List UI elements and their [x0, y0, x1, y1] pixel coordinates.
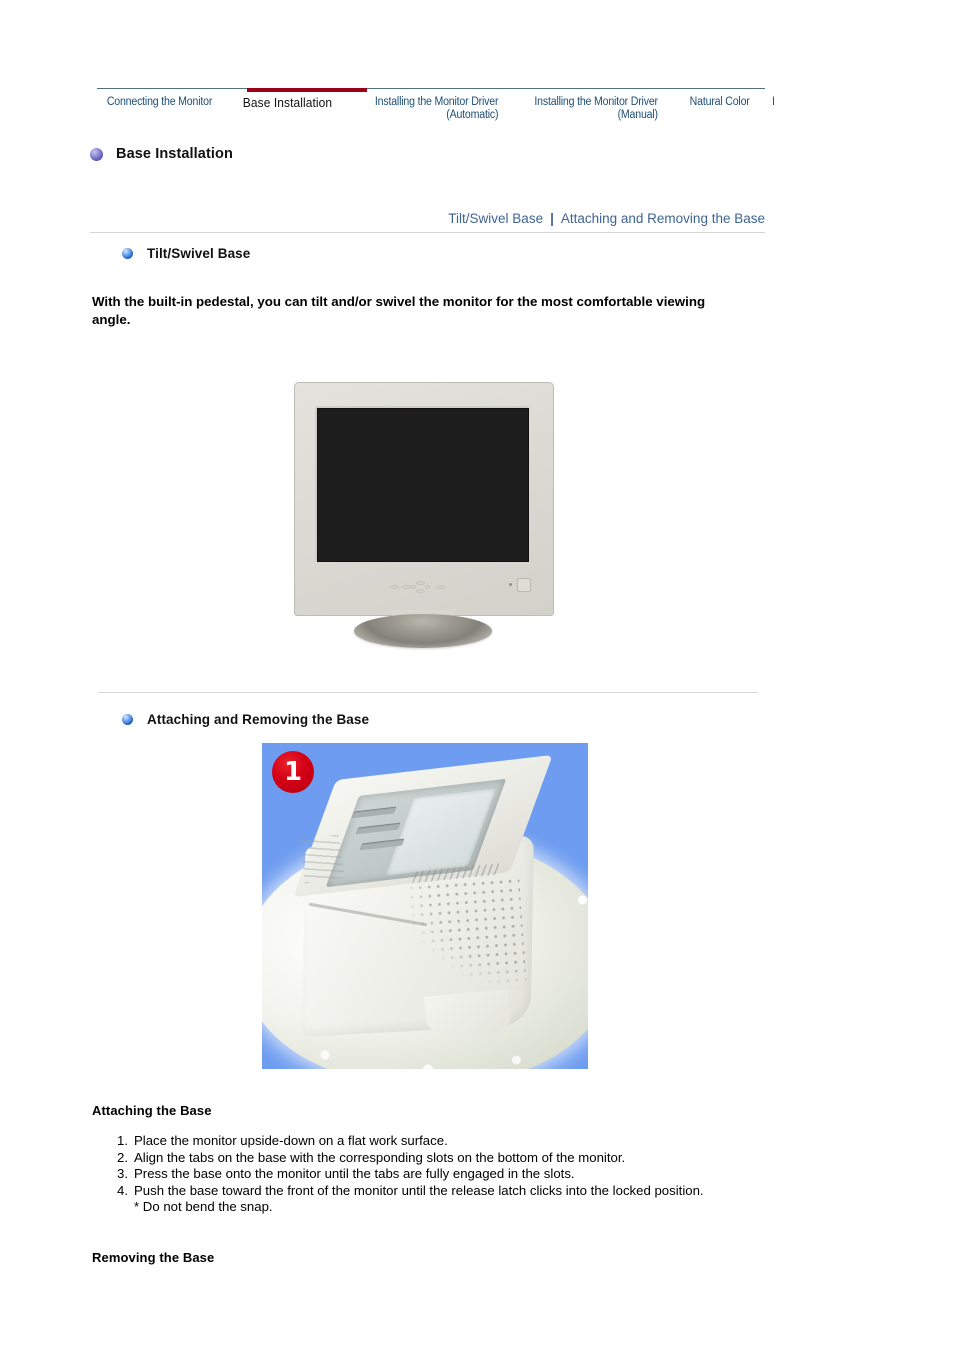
attaching-the-base-heading: Attaching the Base — [92, 1103, 212, 1118]
list-item-number: 3. — [117, 1166, 128, 1182]
list-item: 4. Push the base toward the front of the… — [92, 1183, 732, 1216]
control-button-icon — [416, 589, 425, 593]
control-button-icon — [411, 585, 416, 589]
intro-paragraph: With the built-in pedestal, you can tilt… — [92, 294, 706, 327]
tab-next-truncated[interactable]: I — [772, 94, 795, 109]
removing-the-base-heading: Removing the Base — [92, 1250, 215, 1265]
monitor-upside-down — [293, 754, 553, 1043]
list-item-note: * Do not bend the snap. — [134, 1199, 273, 1215]
power-button-icon — [517, 578, 531, 592]
tab-base-installation[interactable]: Base Installation — [233, 94, 342, 109]
section-heading-label: Tilt/Swivel Base — [147, 246, 251, 261]
blue-sphere-bullet-icon — [122, 714, 133, 725]
blue-sphere-bullet-icon — [122, 248, 133, 259]
list-item: 3. Press the base onto the monitor until… — [92, 1166, 732, 1183]
subnav-rule — [90, 232, 765, 233]
list-item: 1. Place the monitor upside-down on a fl… — [92, 1133, 732, 1150]
section-heading-attaching-and-removing-the-base: Attaching and Removing the Base — [122, 712, 369, 727]
monitor-side-ribs — [299, 834, 345, 884]
monitor-control-buttons — [390, 581, 450, 593]
step-1-photo: 1 — [262, 743, 588, 1069]
power-led-icon — [509, 583, 512, 586]
active-tab-indicator — [247, 88, 367, 92]
control-button-icon — [436, 585, 445, 589]
tab-bar: Connecting the Monitor Base Installation… — [97, 88, 775, 132]
section-heading-label: Attaching and Removing the Base — [147, 712, 370, 727]
subnav-separator: | — [550, 211, 554, 226]
tab-list: Connecting the Monitor Base Installation… — [97, 94, 797, 122]
attaching-steps-list: 1. Place the monitor upside-down on a fl… — [92, 1133, 732, 1216]
tab-bar-rule — [97, 88, 765, 89]
monitor-chassis — [294, 382, 554, 616]
tab-installing-the-monitor-driver-manual[interactable]: Installing the Monitor Driver (Manual) — [515, 94, 662, 122]
list-item-text: Align the tabs on the base with the corr… — [134, 1149, 626, 1165]
tab-natural-color[interactable]: Natural Color — [675, 94, 764, 109]
list-item-text: Press the base onto the monitor until th… — [134, 1166, 575, 1182]
subnav: Tilt/Swivel Base | Attaching and Removing … — [448, 211, 765, 226]
list-item-number: 2. — [117, 1149, 128, 1165]
section-divider — [98, 692, 758, 693]
tab-connecting-the-monitor[interactable]: Connecting the Monitor — [97, 94, 222, 109]
control-button-icon — [416, 581, 425, 585]
monitor-swivel-base — [354, 614, 492, 648]
subnav-link-attaching-and-removing-the-base[interactable]: Attaching and Removing the Base — [561, 211, 765, 226]
subnav-link-tilt-swivel-base[interactable]: Tilt/Swivel Base — [448, 211, 543, 226]
monitor-foot — [424, 989, 512, 1043]
purple-sphere-bullet-icon — [90, 147, 103, 161]
section-heading-tilt-swivel-base: Tilt/Swivel Base — [122, 246, 250, 261]
list-item-number: 4. — [117, 1182, 128, 1198]
step-number-badge: 1 — [272, 751, 314, 793]
list-item: 2. Align the tabs on the base with the c… — [92, 1150, 732, 1167]
list-item-text: Push the base toward the front of the mo… — [134, 1182, 704, 1198]
control-button-icon — [402, 585, 411, 589]
list-item-text: Place the monitor upside-down on a flat … — [134, 1133, 448, 1148]
monitor-screen — [317, 408, 529, 562]
list-item-number: 1. — [117, 1133, 128, 1148]
control-button-icon — [425, 585, 430, 589]
page-title: Base Installation — [116, 146, 233, 162]
control-button-icon — [390, 585, 399, 589]
tab-installing-the-monitor-driver-automatic[interactable]: Installing the Monitor Driver (Automatic… — [351, 94, 502, 122]
page-title-row: Base Installation — [90, 146, 233, 162]
monitor-front-illustration — [288, 382, 558, 650]
